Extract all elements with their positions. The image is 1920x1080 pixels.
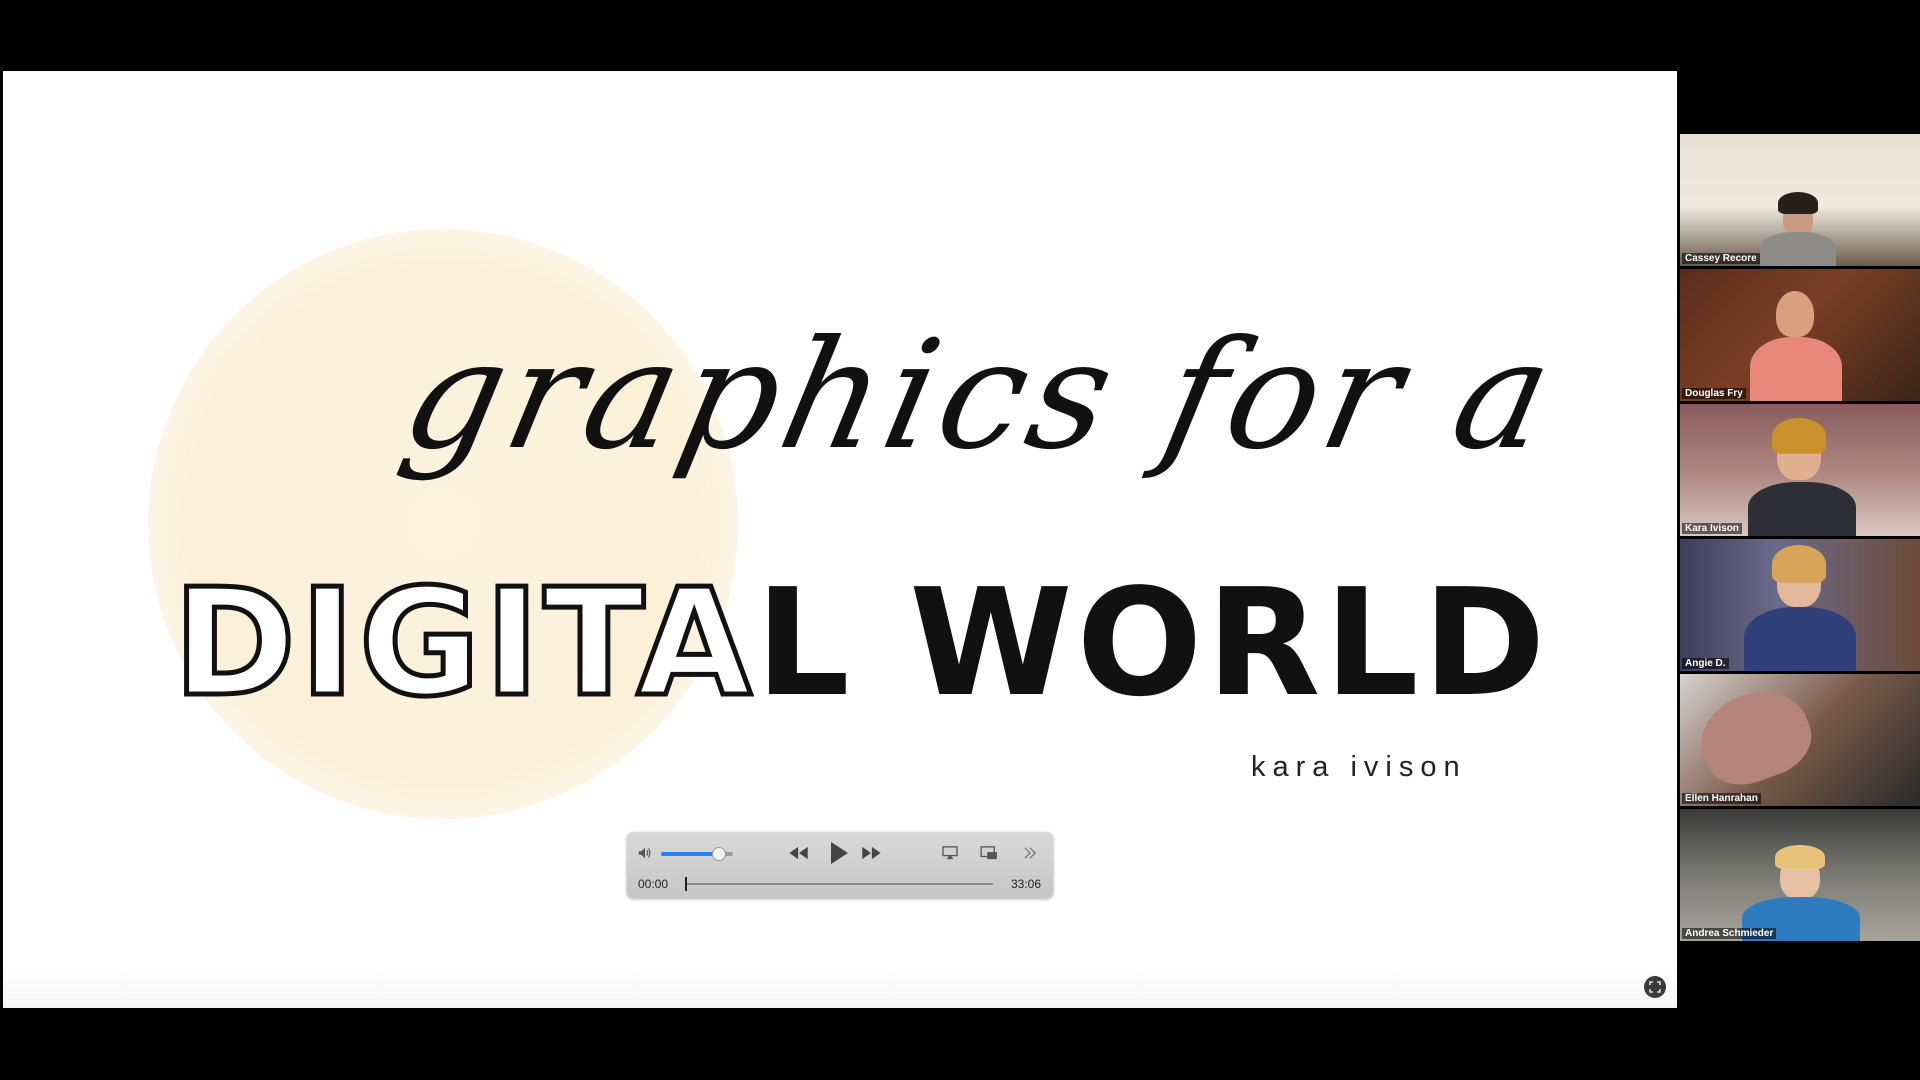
- fast-forward-button[interactable]: [859, 842, 883, 864]
- participant-name: Douglas Fry: [1682, 388, 1746, 399]
- more-controls-button[interactable]: [1020, 843, 1040, 863]
- participant-body: [1760, 232, 1836, 266]
- current-time: 00:00: [638, 877, 669, 891]
- duration-time: 33:06: [1011, 877, 1042, 891]
- media-player-controls: 00:00 33:06: [627, 832, 1053, 898]
- rewind-button[interactable]: [787, 842, 811, 864]
- picture-in-picture-icon: [980, 846, 997, 860]
- participant-hair: [1775, 845, 1825, 869]
- exit-fullscreen-button[interactable]: [1644, 976, 1666, 998]
- participant-hair: [1772, 545, 1826, 583]
- participant-tile[interactable]: Douglas Fry: [1680, 269, 1920, 401]
- play-button[interactable]: [826, 839, 852, 867]
- volume-slider-fill: [661, 852, 719, 856]
- participant-name: Angie D.: [1682, 658, 1729, 669]
- rewind-icon: [789, 846, 808, 860]
- participant-gallery: Cassey Recore Douglas Fry Kara Ivison An…: [1680, 134, 1920, 944]
- participant-tile[interactable]: Andrea Schmieder: [1680, 809, 1920, 941]
- participant-tile[interactable]: Ellen Hanrahan: [1680, 674, 1920, 806]
- slide-main-title-solid: L WORLD: [755, 557, 1550, 729]
- participant-tile[interactable]: Angie D.: [1680, 539, 1920, 671]
- participant-name: Ellen Hanrahan: [1682, 793, 1761, 804]
- participant-tile[interactable]: Kara Ivison: [1680, 404, 1920, 536]
- participant-body: [1748, 482, 1856, 536]
- slide-script-title: graphics for a: [389, 309, 1572, 483]
- slide-bottom-fade: [3, 968, 1677, 1008]
- slide-main-title-outline: DIGITA: [170, 557, 756, 729]
- participant-hair: [1778, 192, 1818, 214]
- participant-body: [1744, 607, 1856, 671]
- volume-slider[interactable]: [661, 847, 733, 861]
- participant-name: Kara Ivison: [1682, 523, 1742, 534]
- participant-video: [1688, 677, 1822, 797]
- participant-tile[interactable]: Cassey Recore: [1680, 134, 1920, 266]
- participant-name: Cassey Recore: [1682, 253, 1760, 264]
- fullscreen-icon: [1649, 981, 1661, 993]
- participant-body: [1750, 337, 1842, 401]
- participant-name: Andrea Schmieder: [1682, 928, 1777, 939]
- picture-in-picture-button[interactable]: [978, 843, 1000, 863]
- seek-bar-playhead[interactable]: [685, 877, 687, 891]
- airplay-button[interactable]: [940, 843, 960, 863]
- fast-forward-icon: [862, 846, 881, 860]
- slide-main-title: DIGITAL WORLD: [170, 567, 1549, 720]
- participant-hair: [1772, 418, 1826, 454]
- airplay-icon: [942, 846, 958, 860]
- participant-video: [1776, 291, 1814, 337]
- volume-icon[interactable]: [636, 844, 654, 862]
- volume-slider-knob[interactable]: [711, 847, 726, 861]
- chevron-double-right-icon: [1024, 847, 1037, 859]
- slide-byline: kara ivison: [1251, 751, 1467, 783]
- play-icon: [831, 842, 848, 864]
- seek-bar[interactable]: [685, 877, 993, 891]
